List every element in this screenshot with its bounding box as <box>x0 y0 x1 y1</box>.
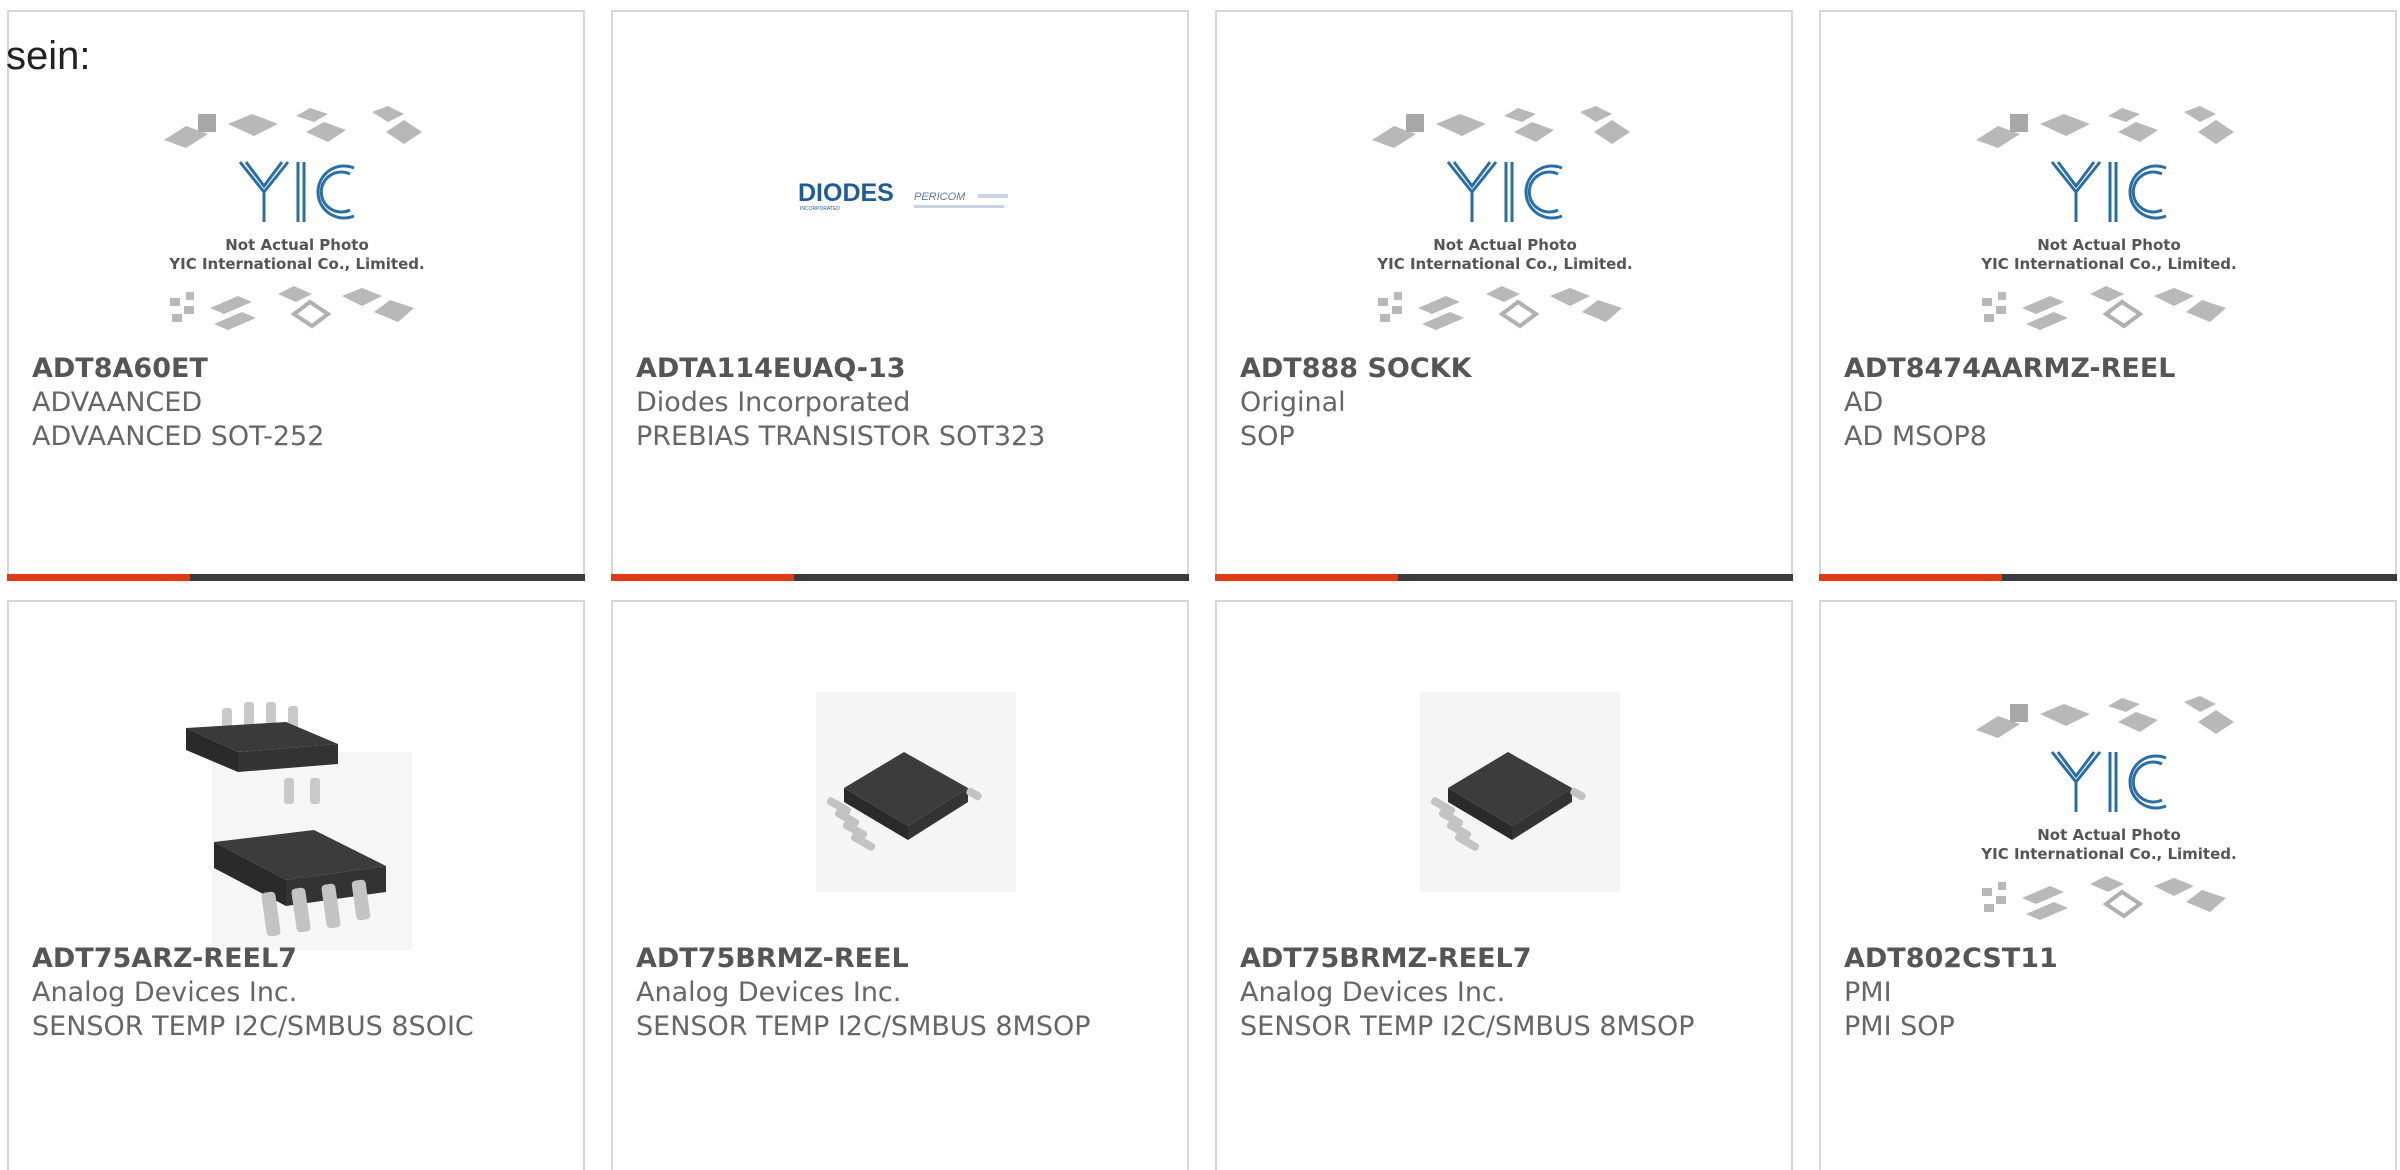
product-card[interactable]: Not Actual Photo YIC International Co., … <box>1819 600 2397 1170</box>
card-footer-bar <box>1215 574 1793 581</box>
description: SENSOR TEMP I2C/SMBUS 8MSOP <box>636 1011 1091 1042</box>
diodes-logo: DIODES INCORPORATED PERICOM <box>798 179 1008 212</box>
part-number-link[interactable]: ADT75ARZ-REEL7 <box>32 942 563 976</box>
card-footer-bar <box>1819 574 2397 581</box>
svg-text:Not Actual Photo: Not Actual Photo <box>1433 236 1577 254</box>
svg-text:YIC International Co., Limited: YIC International Co., Limited. <box>1376 255 1632 273</box>
manufacturer: ADVAANCED <box>32 387 203 418</box>
card-accent-bar <box>1215 574 1398 581</box>
part-number-link[interactable]: ADT8A60ET <box>32 352 563 386</box>
product-image[interactable]: DIODES INCORPORATED PERICOM <box>768 102 1034 360</box>
svg-text:PERICOM: PERICOM <box>914 191 966 203</box>
description: SENSOR TEMP I2C/SMBUS 8MSOP <box>1240 1011 1695 1042</box>
description: ADVAANCED SOT-252 <box>32 421 325 452</box>
product-card[interactable]: ADT75BRMZ-REEL7 Analog Devices Inc. SENS… <box>1215 600 1793 1170</box>
description: PREBIAS TRANSISTOR SOT323 <box>636 421 1046 452</box>
product-image[interactable] <box>1372 692 1638 950</box>
product-image[interactable]: Not Actual Photo YIC International Co., … <box>1976 692 2242 950</box>
card-accent-bar <box>1819 574 2002 581</box>
msop8-chip-icon <box>816 692 1016 892</box>
product-card[interactable]: DIODES INCORPORATED PERICOM ADTA114EUAQ-… <box>611 10 1189 581</box>
manufacturer: Analog Devices Inc. <box>32 977 298 1008</box>
product-image[interactable] <box>164 692 430 950</box>
product-image[interactable]: Not Actual Photo YIC International Co., … <box>164 102 430 360</box>
product-card[interactable]: ADT75ARZ-REEL7 Analog Devices Inc. SENSO… <box>7 600 585 1170</box>
manufacturer: PMI <box>1844 977 1892 1008</box>
part-number-link[interactable]: ADT8474AARMZ-REEL <box>1844 352 2375 386</box>
part-number-link[interactable]: ADT75BRMZ-REEL <box>636 942 1167 976</box>
manufacturer: Analog Devices Inc. <box>1240 977 1506 1008</box>
yic-placeholder-icon: Not Actual Photo YIC International Co., … <box>1976 106 2237 330</box>
product-image[interactable]: Not Actual Photo YIC International Co., … <box>1976 102 2242 360</box>
soic8-chip-icon <box>186 702 412 950</box>
svg-text:YIC International Co., Limited: YIC International Co., Limited. <box>1980 255 2236 273</box>
svg-text:YIC International Co., Limited: YIC International Co., Limited. <box>1980 845 2236 863</box>
yic-placeholder-icon: Not Actual Photo YIC International Co., … <box>1976 696 2237 920</box>
manufacturer: Analog Devices Inc. <box>636 977 902 1008</box>
part-number-link[interactable]: ADT888 SOCKK <box>1240 352 1771 386</box>
part-number-link[interactable]: ADT802CST11 <box>1844 942 2375 976</box>
lead-text: sein: <box>6 34 91 78</box>
description: AD MSOP8 <box>1844 421 1987 452</box>
manufacturer: Original <box>1240 387 1346 418</box>
svg-text:DIODES: DIODES <box>798 179 894 207</box>
part-number-link[interactable]: ADT75BRMZ-REEL7 <box>1240 942 1771 976</box>
svg-text:Not Actual Photo: Not Actual Photo <box>2037 826 2181 844</box>
card-accent-bar <box>7 574 190 581</box>
yic-placeholder-icon: Not Actual Photo YIC International Co., … <box>164 106 425 330</box>
product-card[interactable]: Not Actual Photo YIC International Co., … <box>7 10 585 581</box>
card-footer-bar <box>7 574 585 581</box>
manufacturer: AD <box>1844 387 1884 418</box>
product-image[interactable]: Not Actual Photo YIC International Co., … <box>1372 102 1638 360</box>
description: PMI SOP <box>1844 1011 1955 1042</box>
card-footer-bar <box>611 574 1189 581</box>
product-card[interactable]: ADT75BRMZ-REEL Analog Devices Inc. SENSO… <box>611 600 1189 1170</box>
description: SENSOR TEMP I2C/SMBUS 8SOIC <box>32 1011 474 1042</box>
yic-placeholder-icon: Not Actual Photo YIC International Co., … <box>1372 106 1633 330</box>
svg-text:INCORPORATED: INCORPORATED <box>800 206 840 212</box>
svg-text:Not Actual Photo: Not Actual Photo <box>2037 236 2181 254</box>
product-image[interactable] <box>768 692 1034 950</box>
manufacturer: Diodes Incorporated <box>636 387 911 418</box>
description: SOP <box>1240 421 1295 452</box>
product-card[interactable]: Not Actual Photo YIC International Co., … <box>1819 10 2397 581</box>
card-accent-bar <box>611 574 794 581</box>
svg-text:YIC International Co., Limited: YIC International Co., Limited. <box>168 255 424 273</box>
svg-text:Not Actual Photo: Not Actual Photo <box>225 236 369 254</box>
msop8-chip-icon <box>1420 692 1620 892</box>
part-number-link[interactable]: ADTA114EUAQ-13 <box>636 352 1167 386</box>
product-card[interactable]: Not Actual Photo YIC International Co., … <box>1215 10 1793 581</box>
